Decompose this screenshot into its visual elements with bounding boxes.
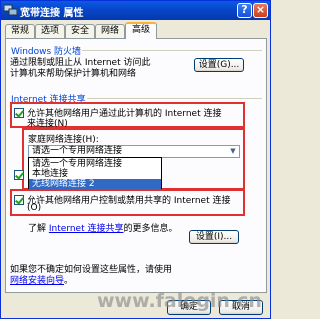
partial-checkbox[interactable] [14,170,24,180]
window-title: 宽带连接 属性 [20,8,84,19]
allow-control-label-line2: (O) [27,203,42,213]
learn-more-prefix: 了解 [28,224,47,234]
dropdown-option[interactable]: 请选一个专用网络连接 [29,159,161,169]
tab-networking[interactable]: 网络 [95,24,125,38]
title-bar[interactable]: 宽带连接 属性 ? × [1,1,270,20]
tab-options[interactable]: 选项 [35,24,65,38]
home-network-dropdown-list: 请选一个专用网络连接 本地连接 无线网络连接 2 [28,157,162,189]
dropdown-option-selected[interactable]: 无线网络连接 2 [29,179,161,189]
dropdown-option[interactable]: 本地连接 [29,169,161,179]
advanced-tab-panel: Windows 防火墙 通过限制或阻止从 Internet 访问此 计算机来帮助… [5,38,267,293]
chevron-down-icon[interactable]: ▼ [227,146,239,157]
network-setup-wizard-link[interactable]: 网络安装向导 [10,276,64,286]
learn-more-suffix: 的更多信息。 [123,224,178,234]
properties-window: 宽带连接 属性 ? × 常规 选项 安全 网络 高级 Windows 防火墙 通… [0,0,271,319]
allow-control-label-line1: 允许其他网络用户控制或禁用共享的 Internet 连接 [27,196,231,206]
allow-control-checkbox[interactable] [14,195,24,205]
allow-sharing-checkbox[interactable] [14,108,24,118]
network-connection-icon [4,4,17,16]
ics-settings-button[interactable]: 设置(I)... [189,230,239,244]
firewall-settings-button[interactable]: 设置(G)... [194,58,244,72]
close-button[interactable]: × [253,3,268,18]
tab-general[interactable]: 常规 [5,24,35,38]
learn-more-text: 了解 Internet 连接共享的更多信息。 [28,221,178,234]
watermark: www.falogin.cn [97,290,262,312]
home-network-label: 家庭网络连接(H): [28,135,99,145]
firewall-description-line2: 计算机来帮助保护计算机和网络 [10,69,137,79]
wizard-hint-line2: 网络安装向导。 [10,273,73,286]
help-button[interactable]: ? [237,3,252,18]
ics-help-link[interactable]: Internet 连接共享 [49,224,124,234]
tab-advanced[interactable]: 高级 [125,22,157,39]
wizard-hint-suffix: 。 [64,276,74,286]
home-network-select-value: 请选一个专用网络连接 [32,146,123,156]
tab-security[interactable]: 安全 [65,24,95,38]
